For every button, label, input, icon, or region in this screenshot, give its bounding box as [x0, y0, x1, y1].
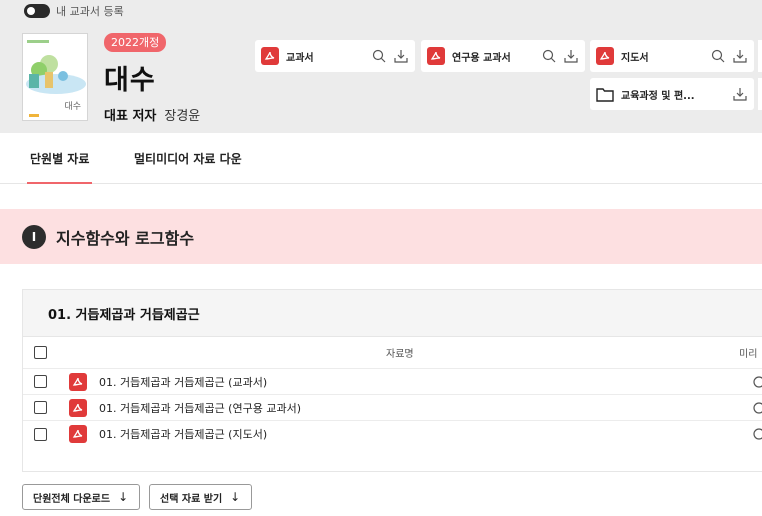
select-all-checkbox[interactable]: [34, 346, 47, 359]
pdf-icon: [69, 372, 87, 391]
table-row: 01. 거듭제곱과 거듭제곱근 (지도서): [23, 421, 762, 447]
author-line: 대표 저자 장경윤: [104, 105, 200, 124]
resource-curriculum-button[interactable]: 교육과정 및 편...: [590, 78, 754, 110]
resource-research-textbook-label: 연구용 교과서: [452, 52, 511, 64]
unit-download-button[interactable]: 단원전체 다운로드 ↓: [22, 484, 140, 510]
download-icon[interactable]: [563, 48, 579, 64]
selected-download-label: 선택 자료 받기: [160, 493, 223, 505]
curriculum-badge: 2022개정: [104, 33, 167, 52]
folder-icon: [596, 88, 614, 102]
section-title: 01. 거듭제곱과 거듭제곱근: [48, 307, 200, 323]
chapter-header[interactable]: I 지수함수와 로그함수: [0, 209, 762, 264]
author-label: 대표 저자: [104, 109, 157, 124]
table-row: 01. 거듭제곱과 거듭제곱근 (교과서): [23, 369, 762, 395]
book-cover-image: 대수: [22, 33, 88, 121]
download-arrow-icon: ↓: [230, 490, 241, 504]
download-icon[interactable]: [732, 86, 748, 102]
table-header-row: 자료명 미리: [23, 337, 762, 369]
preview-search-icon[interactable]: [751, 375, 762, 389]
tab-unit-materials[interactable]: 단원별 자료: [26, 150, 93, 184]
tab-multimedia-download[interactable]: 멀티미디어 자료 다운: [134, 150, 242, 167]
chapter-number: I: [22, 224, 46, 249]
material-name[interactable]: 01. 거듭제곱과 거듭제곱근 (교과서): [99, 374, 267, 390]
resource-textbook-label: 교과서: [286, 52, 314, 64]
my-textbook-toggle-row[interactable]: 내 교과서 등록: [24, 3, 124, 19]
resource-teacher-guide-label: 지도서: [621, 52, 649, 64]
textbook-header: 내 교과서 등록 대수 2022개정 대수 대표 저자 장경윤 교과서 연구용 교…: [0, 0, 762, 133]
preview-search-icon[interactable]: [751, 401, 762, 415]
cover-title: 대수: [64, 102, 81, 112]
column-header-name: 자료명: [386, 349, 414, 360]
resource-teacher-guide-button[interactable]: 지도서: [590, 40, 754, 72]
search-icon[interactable]: [371, 48, 387, 64]
unit-download-label: 단원전체 다운로드: [33, 493, 111, 505]
pdf-icon: [596, 47, 614, 65]
download-icon[interactable]: [393, 48, 409, 64]
column-header-preview: 미리: [739, 349, 758, 360]
material-name[interactable]: 01. 거듭제곱과 거듭제곱근 (연구용 교과서): [99, 400, 301, 416]
pdf-icon: [69, 398, 87, 417]
section-panel: 01. 거듭제곱과 거듭제곱근 자료명 미리 01. 거듭제곱과 거듭제곱근 (…: [22, 289, 762, 472]
selected-download-button[interactable]: 선택 자료 받기 ↓: [149, 484, 252, 510]
pdf-icon: [261, 47, 279, 65]
my-textbook-toggle-label: 내 교과서 등록: [56, 5, 124, 18]
section-header: 01. 거듭제곱과 거듭제곱근: [23, 290, 762, 337]
row-checkbox[interactable]: [34, 401, 47, 414]
chapter-title: 지수함수와 로그함수: [56, 228, 195, 248]
search-icon[interactable]: [541, 48, 557, 64]
resource-curriculum-label: 교육과정 및 편...: [621, 90, 695, 102]
preview-search-icon[interactable]: [751, 427, 762, 441]
tab-bar: 단원별 자료 멀티미디어 자료 다운: [0, 133, 762, 184]
download-arrow-icon: ↓: [118, 490, 129, 504]
my-textbook-toggle[interactable]: [24, 4, 50, 18]
search-icon[interactable]: [710, 48, 726, 64]
resource-overflow-button[interactable]: [758, 78, 762, 110]
resource-overflow-button[interactable]: [758, 40, 762, 72]
author-name: 장경윤: [164, 109, 201, 124]
pdf-icon: [69, 425, 87, 443]
resource-research-textbook-button[interactable]: 연구용 교과서: [421, 40, 585, 72]
book-title: 대수: [104, 65, 156, 96]
download-icon[interactable]: [732, 48, 748, 64]
resource-textbook-button[interactable]: 교과서: [255, 40, 415, 72]
row-checkbox[interactable]: [34, 375, 47, 388]
material-name[interactable]: 01. 거듭제곱과 거듭제곱근 (지도서): [99, 426, 267, 442]
row-checkbox[interactable]: [34, 427, 47, 441]
table-row: 01. 거듭제곱과 거듭제곱근 (연구용 교과서): [23, 395, 762, 421]
pdf-icon: [427, 47, 445, 65]
